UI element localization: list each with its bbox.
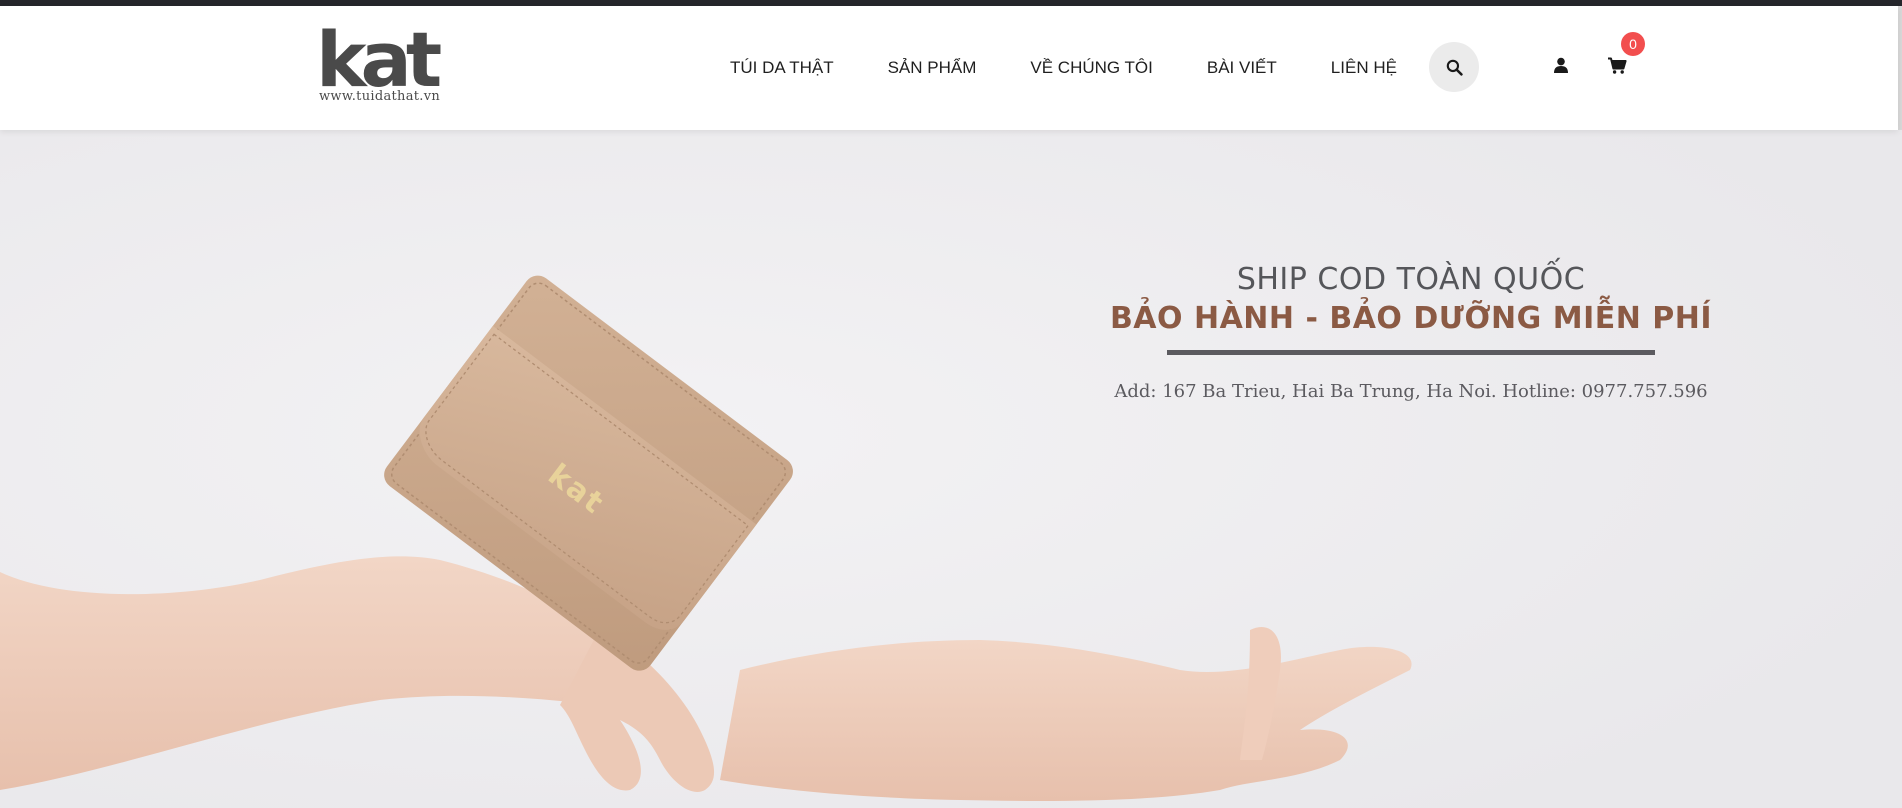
account-button[interactable] — [1553, 57, 1573, 77]
search-button[interactable] — [1429, 42, 1479, 92]
hero-image: kat — [0, 130, 1902, 808]
hero-banner[interactable]: kat SHIP COD TOÀN QUỐC BẢO HÀNH - BẢO DƯ… — [0, 130, 1902, 808]
user-icon — [1554, 57, 1568, 73]
nav-item-bai-viet[interactable]: BÀI VIẾT — [1207, 58, 1277, 78]
hero-divider — [1167, 350, 1655, 355]
main-nav: TÚI DA THẬT SẢN PHẨM VỀ CHÚNG TÔI BÀI VI… — [730, 6, 1397, 130]
site-header: kat www.tuidathat.vn TÚI DA THẬT SẢN PHẨ… — [0, 6, 1898, 130]
logo-url: www.tuidathat.vn — [319, 89, 441, 104]
hero-subheadline: BẢO HÀNH - BẢO DƯỠNG MIỄN PHÍ — [1109, 301, 1713, 336]
logo-wordmark: kat — [316, 15, 442, 104]
hero-headline: SHIP COD TOÀN QUỐC — [1236, 262, 1586, 297]
hero-address: Add: 167 Ba Trieu, Hai Ba Trung, Ha Noi.… — [1114, 381, 1708, 402]
brand-logo[interactable]: kat www.tuidathat.vn — [316, 22, 446, 110]
cart-count-badge: 0 — [1621, 32, 1645, 56]
cart-button[interactable] — [1607, 57, 1629, 77]
page-scrollbar[interactable] — [1898, 6, 1902, 130]
nav-item-lien-he[interactable]: LIÊN HỆ — [1331, 58, 1397, 78]
nav-item-ve-chung-toi[interactable]: VỀ CHÚNG TÔI — [1030, 58, 1152, 78]
hero-text-block: SHIP COD TOÀN QUỐC BẢO HÀNH - BẢO DƯỠNG … — [1055, 262, 1767, 402]
cart-icon — [1608, 57, 1627, 74]
nav-item-tui-da-that[interactable]: TÚI DA THẬT — [730, 58, 834, 78]
nav-item-san-pham[interactable]: SẢN PHẨM — [888, 58, 977, 78]
search-icon — [1446, 59, 1463, 76]
